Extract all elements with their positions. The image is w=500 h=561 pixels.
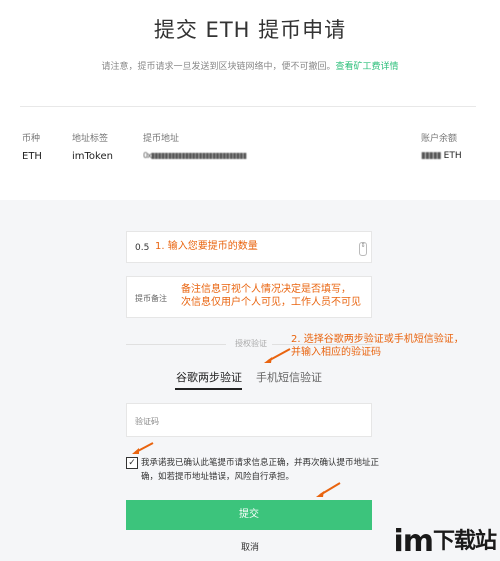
currency-value: ETH xyxy=(22,151,42,162)
site-watermark: im下载站 xyxy=(393,524,497,559)
notice-message: 请注意，提币请求一旦发送到区块链网络中，便不可撤回。 xyxy=(101,62,336,72)
tab-sms-auth[interactable]: 手机短信验证 xyxy=(256,369,322,385)
spinner-icon[interactable]: ⇕ xyxy=(359,242,367,256)
arrow-annotation-icon xyxy=(132,442,154,454)
balance-value: ▮▮▮▮▮ ETH xyxy=(421,151,462,161)
address-value: 0x▮▮▮▮▮▮▮▮▮▮▮▮▮▮▮▮▮▮▮▮▮▮▮▮▮▮▮▮ xyxy=(143,151,247,160)
divider xyxy=(20,106,476,107)
amount-annotation: 1. 输入您要提币的数量 xyxy=(155,241,258,252)
active-tab-indicator xyxy=(175,388,242,390)
verification-code-input[interactable]: 验证码 xyxy=(126,403,372,437)
memo-annotation: 备注信息可视个人情况决定是否填写， 次信息仅用户个人可见，工作人员不可见 xyxy=(181,284,361,308)
auth-annotation: 2. 选择谷歌两步验证或手机短信验证， 并输入相应的验证码 xyxy=(291,334,464,358)
checkbox-checked-icon: ✓ xyxy=(128,458,136,468)
column-header-address: 提币地址 xyxy=(143,134,180,144)
column-header-balance: 账户余额 xyxy=(421,134,458,144)
notice-text: 请注意，提币请求一旦发送到区块链网络中，便不可撤回。查看矿工费详情 xyxy=(0,59,500,72)
auth-divider-left xyxy=(126,344,226,345)
column-header-currency: 币种 xyxy=(22,134,41,144)
amount-value: 0.5 xyxy=(135,243,150,253)
column-header-address-label: 地址标签 xyxy=(72,134,109,144)
verification-code-placeholder: 验证码 xyxy=(135,417,159,426)
tab-google-auth[interactable]: 谷歌两步验证 xyxy=(176,369,242,385)
arrow-annotation-icon xyxy=(316,482,341,497)
address-label-value: imToken xyxy=(72,151,113,162)
arrow-annotation-icon xyxy=(264,348,291,363)
consent-checkbox[interactable]: ✓ xyxy=(126,457,138,469)
page-title: 提交 ETH 提币申请 xyxy=(153,18,347,42)
consent-text: 我承诺我已确认此笔提币请求信息正确，并再次确认提币地址正确，如若提币地址错误，风… xyxy=(141,458,380,482)
memo-label: 提币备注 xyxy=(135,294,167,303)
header-section: 提交 ETH 提币申请 请注意，提币请求一旦发送到区块链网络中，便不可撤回。查看… xyxy=(0,0,500,200)
fee-details-link[interactable]: 查看矿工费详情 xyxy=(336,62,399,72)
submit-button[interactable]: 提交 xyxy=(126,500,372,530)
